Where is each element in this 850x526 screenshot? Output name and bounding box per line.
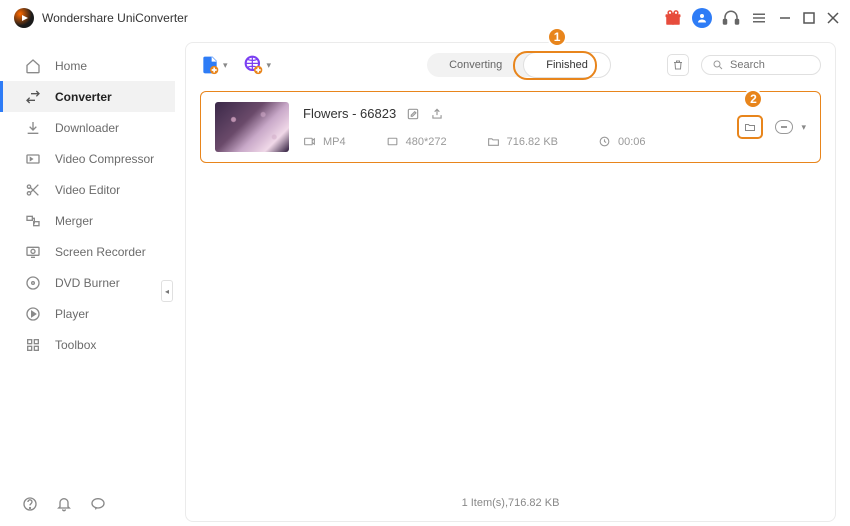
minimize-button[interactable] xyxy=(778,11,792,25)
callout-badge-2: 2 xyxy=(743,89,763,109)
folder-icon xyxy=(487,135,500,148)
chevron-down-icon: ▾ xyxy=(267,60,272,71)
dimensions-icon xyxy=(386,135,399,148)
sidebar-collapse-handle[interactable]: ◂ xyxy=(161,280,173,302)
search-icon xyxy=(712,59,724,71)
sidebar-item-recorder[interactable]: Screen Recorder xyxy=(0,236,175,267)
sidebar-label: Converter xyxy=(55,90,112,104)
video-icon xyxy=(303,135,316,148)
sidebar-label: Merger xyxy=(55,214,93,228)
video-thumbnail xyxy=(215,102,289,152)
sidebar-label: Downloader xyxy=(55,121,119,135)
trash-icon xyxy=(672,59,684,71)
toolbox-icon xyxy=(25,337,41,353)
sidebar-label: Video Editor xyxy=(55,183,120,197)
user-avatar[interactable] xyxy=(692,8,712,28)
add-file-icon xyxy=(200,55,220,75)
sidebar-item-player[interactable]: Player xyxy=(0,298,175,329)
compressor-icon xyxy=(25,151,41,167)
sidebar-item-toolbox[interactable]: Toolbox xyxy=(0,329,175,360)
tab-group: Converting Finished 1 xyxy=(427,53,610,77)
search-box[interactable] xyxy=(701,55,821,75)
meta-duration: 00:06 xyxy=(598,135,646,148)
chevron-down-icon[interactable]: ▾ xyxy=(801,122,806,133)
add-url-button[interactable]: ▾ xyxy=(244,55,272,75)
app-logo xyxy=(14,8,34,28)
help-icon[interactable] xyxy=(22,496,38,512)
sidebar-item-merger[interactable]: Merger xyxy=(0,205,175,236)
chevron-down-icon: ▾ xyxy=(223,60,228,71)
sidebar-item-dvd[interactable]: DVD Burner xyxy=(0,267,175,298)
rename-icon[interactable] xyxy=(406,107,420,121)
sidebar-item-downloader[interactable]: Downloader xyxy=(0,112,175,143)
more-actions-button[interactable] xyxy=(775,120,793,134)
meta-format: MP4 xyxy=(303,135,346,148)
merger-icon xyxy=(25,213,41,229)
sidebar-label: Screen Recorder xyxy=(55,245,146,259)
home-icon xyxy=(25,58,41,74)
sidebar-label: DVD Burner xyxy=(55,276,120,290)
meta-size: 716.82 KB xyxy=(487,135,558,148)
callout-badge-1: 1 xyxy=(547,27,567,47)
share-icon[interactable] xyxy=(430,107,444,121)
gift-icon[interactable] xyxy=(664,9,682,27)
sidebar-item-home[interactable]: Home xyxy=(0,50,175,81)
sidebar-label: Home xyxy=(55,59,87,73)
add-url-icon xyxy=(244,55,264,75)
sidebar-label: Toolbox xyxy=(55,338,96,352)
status-bar: 1 Item(s),716.82 KB xyxy=(186,489,835,521)
sidebar-item-compressor[interactable]: Video Compressor xyxy=(0,143,175,174)
file-title: Flowers - 66823 xyxy=(303,106,396,121)
headset-icon[interactable] xyxy=(722,9,740,27)
open-folder-button[interactable]: 2 xyxy=(737,115,763,139)
file-row[interactable]: Flowers - 66823 MP4 480*272 xyxy=(200,91,821,163)
sidebar-label: Video Compressor xyxy=(55,152,154,166)
search-input[interactable] xyxy=(730,59,810,71)
add-file-button[interactable]: ▾ xyxy=(200,55,228,75)
recorder-icon xyxy=(25,244,41,260)
tab-converting[interactable]: Converting xyxy=(427,53,524,77)
download-icon xyxy=(25,120,41,136)
sidebar-item-converter[interactable]: Converter xyxy=(0,81,175,112)
clock-icon xyxy=(598,135,611,148)
scissors-icon xyxy=(25,182,41,198)
converter-icon xyxy=(25,89,41,105)
delete-button[interactable] xyxy=(667,54,689,76)
disc-icon xyxy=(25,275,41,291)
app-title: Wondershare UniConverter xyxy=(42,11,188,25)
folder-icon xyxy=(743,121,757,133)
hamburger-menu-icon[interactable] xyxy=(750,9,768,27)
maximize-button[interactable] xyxy=(802,11,816,25)
feedback-icon[interactable] xyxy=(90,496,106,512)
tab-finished[interactable]: Finished xyxy=(523,52,611,78)
close-button[interactable] xyxy=(826,11,840,25)
sidebar: Home Converter Downloader Video Compress… xyxy=(0,36,175,526)
sidebar-label: Player xyxy=(55,307,89,321)
sidebar-item-editor[interactable]: Video Editor xyxy=(0,174,175,205)
play-icon xyxy=(25,306,41,322)
bell-icon[interactable] xyxy=(56,496,72,512)
meta-resolution: 480*272 xyxy=(386,135,447,148)
